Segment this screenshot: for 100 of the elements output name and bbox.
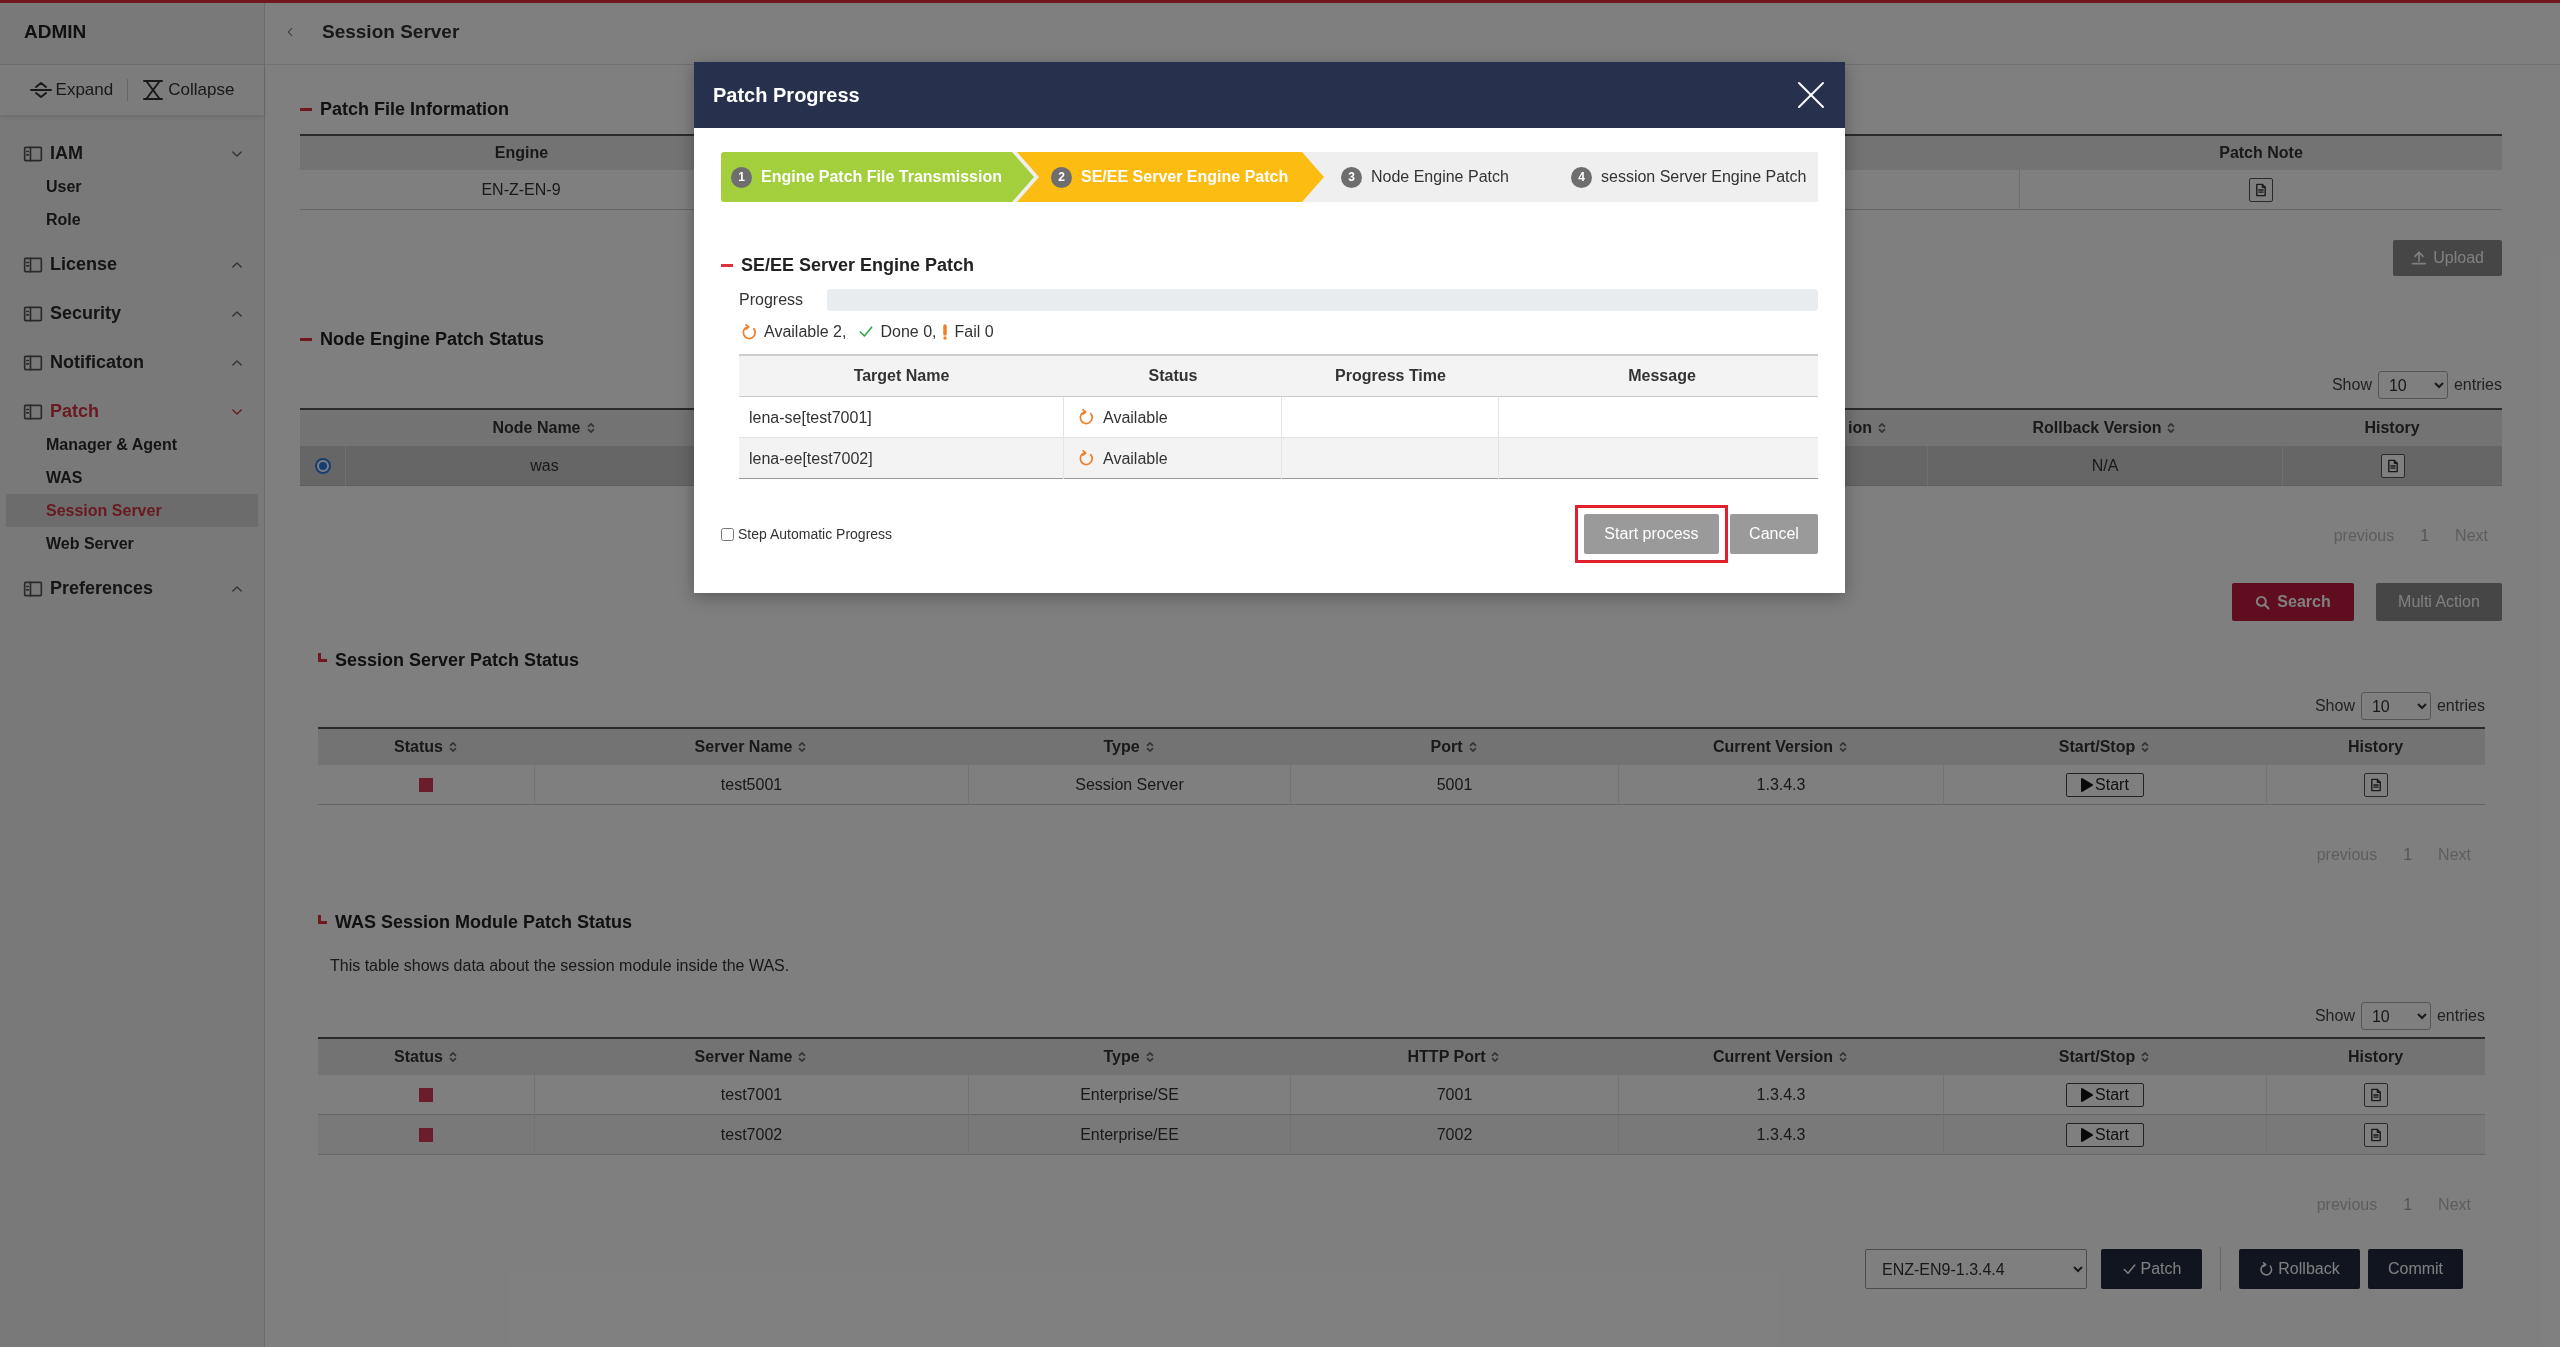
column-header: ion bbox=[1848, 418, 1872, 438]
entries-label: entries bbox=[2436, 696, 2485, 716]
column-header: Engine bbox=[494, 143, 549, 163]
section-title: Session Server Patch Status bbox=[335, 649, 580, 672]
radio-button[interactable] bbox=[314, 458, 331, 474]
section-title: Patch File Information bbox=[320, 98, 510, 121]
rollback-button[interactable]: Rollback bbox=[2239, 1249, 2360, 1289]
document-icon bbox=[2369, 1087, 2383, 1103]
table-cell: lena-ee[test7002] bbox=[739, 438, 1064, 479]
page-size-select[interactable]: 10 bbox=[2377, 371, 2448, 399]
column-header: Current Version bbox=[1713, 1047, 1833, 1067]
panel-icon bbox=[23, 304, 43, 323]
summary-text: Done 0, bbox=[880, 322, 937, 342]
step-label: Node Engine Patch bbox=[1371, 167, 1509, 187]
column-header: Current Version bbox=[1713, 737, 1833, 757]
page-size-select[interactable]: 10 bbox=[2360, 692, 2431, 720]
history-button[interactable] bbox=[2380, 454, 2405, 478]
history-button[interactable] bbox=[2249, 178, 2273, 202]
step-number: 2 bbox=[1051, 166, 1072, 188]
panel-icon bbox=[23, 353, 43, 372]
sidebar-item[interactable]: WAS bbox=[6, 461, 258, 494]
expand-icon bbox=[29, 81, 52, 99]
start-button[interactable]: Start bbox=[2066, 773, 2144, 797]
document-icon bbox=[2385, 458, 2400, 474]
show-label: Show bbox=[2331, 375, 2372, 395]
refresh-icon bbox=[2259, 1261, 2275, 1277]
step-label: Engine Patch File Transmission bbox=[761, 167, 1002, 187]
start-button[interactable]: Start bbox=[2066, 1083, 2144, 1107]
exclamation-icon bbox=[942, 324, 949, 340]
column-header: HTTP Port bbox=[1407, 1047, 1486, 1067]
check-icon bbox=[858, 324, 875, 340]
check-icon bbox=[2121, 1261, 2137, 1277]
close-button[interactable] bbox=[1796, 80, 1826, 110]
column-header: Type bbox=[1103, 1047, 1140, 1067]
column-header: Node Name bbox=[492, 418, 581, 438]
column-header: Status bbox=[394, 1047, 443, 1067]
document-icon bbox=[2254, 182, 2268, 198]
sidebar-item[interactable]: Session Server bbox=[6, 494, 258, 527]
sidebar-title: ADMIN bbox=[24, 19, 87, 44]
sidebar-item[interactable]: Role bbox=[6, 203, 258, 236]
sidebar-group[interactable]: Notificaton bbox=[6, 338, 258, 387]
page-title: Session Server bbox=[322, 19, 460, 44]
search-button[interactable]: Search bbox=[2232, 583, 2354, 621]
column-header: Start/Stop bbox=[2058, 1047, 2136, 1067]
sidebar-group[interactable]: License bbox=[6, 240, 258, 289]
cancel-button[interactable]: Cancel bbox=[1730, 514, 1818, 554]
page-size-select[interactable]: 10 bbox=[2360, 1002, 2431, 1030]
status-text: Available bbox=[1103, 448, 1168, 469]
document-icon bbox=[2369, 1127, 2383, 1143]
expand-button[interactable]: Expand bbox=[29, 77, 114, 103]
play-icon bbox=[2081, 1088, 2094, 1102]
document-icon bbox=[2369, 777, 2383, 793]
entries-label: entries bbox=[2436, 1006, 2485, 1026]
step-label: SE/EE Server Engine Patch bbox=[1081, 167, 1289, 187]
column-header: History bbox=[2364, 418, 2420, 438]
sidebar-group[interactable]: Preferences bbox=[6, 564, 258, 613]
step-number: 4 bbox=[1571, 166, 1592, 188]
table-cell: 1.3.4.3 bbox=[1618, 765, 1943, 805]
panel-icon bbox=[23, 402, 43, 421]
table-cell: N/A bbox=[1927, 446, 2282, 486]
refresh-icon bbox=[741, 323, 758, 341]
table-cell: Session Server bbox=[968, 765, 1290, 805]
column-header: Port bbox=[1430, 737, 1463, 757]
section-title: SE/EE Server Engine Patch bbox=[741, 254, 975, 277]
table-cell: 1.3.4.3 bbox=[1618, 1115, 1943, 1155]
start-button[interactable]: Start bbox=[2066, 1123, 2144, 1147]
column-header: Rollback Version bbox=[2032, 418, 2162, 438]
step-label: session Server Engine Patch bbox=[1601, 167, 1807, 187]
column-header: History bbox=[2347, 737, 2404, 757]
status-text: Available bbox=[1103, 407, 1168, 428]
section-title: WAS Session Module Patch Status bbox=[335, 911, 633, 934]
refresh-icon bbox=[1078, 409, 1095, 426]
summary-text: Available 2, bbox=[764, 322, 847, 342]
sidebar-item[interactable]: Web Server bbox=[6, 527, 258, 560]
refresh-icon bbox=[1078, 450, 1095, 467]
collapse-button[interactable]: Collapse bbox=[142, 77, 235, 103]
checkbox[interactable] bbox=[721, 527, 734, 541]
column-header: Target Name bbox=[853, 366, 950, 386]
history-button[interactable] bbox=[2364, 773, 2388, 797]
checkbox-label: Step Automatic Progress bbox=[738, 524, 893, 544]
history-button[interactable] bbox=[2364, 1083, 2388, 1107]
column-header: Patch Note bbox=[2219, 143, 2303, 163]
history-button[interactable] bbox=[2364, 1123, 2388, 1147]
table-cell: 7002 bbox=[1290, 1115, 1618, 1155]
column-header: Type bbox=[1103, 737, 1140, 757]
column-header: History bbox=[2347, 1047, 2404, 1067]
table-cell: test7002 bbox=[534, 1115, 968, 1155]
commit-button[interactable]: Commit bbox=[2368, 1249, 2463, 1289]
search-icon bbox=[2255, 594, 2271, 610]
progress-label: Progress bbox=[739, 290, 804, 310]
section-marker bbox=[721, 264, 733, 267]
upload-icon bbox=[2411, 250, 2428, 266]
patch-button[interactable]: Patch bbox=[2101, 1249, 2202, 1289]
version-select[interactable]: ENZ-EN9-1.3.4.4 bbox=[1865, 1249, 2087, 1289]
step-number: 1 bbox=[731, 166, 752, 188]
column-header: Progress Time bbox=[1335, 366, 1446, 386]
summary-text: Fail 0 bbox=[954, 322, 994, 342]
sidebar-group[interactable]: Security bbox=[6, 289, 258, 338]
section-marker bbox=[318, 653, 327, 662]
start-process-button[interactable]: Start process bbox=[1584, 514, 1719, 554]
